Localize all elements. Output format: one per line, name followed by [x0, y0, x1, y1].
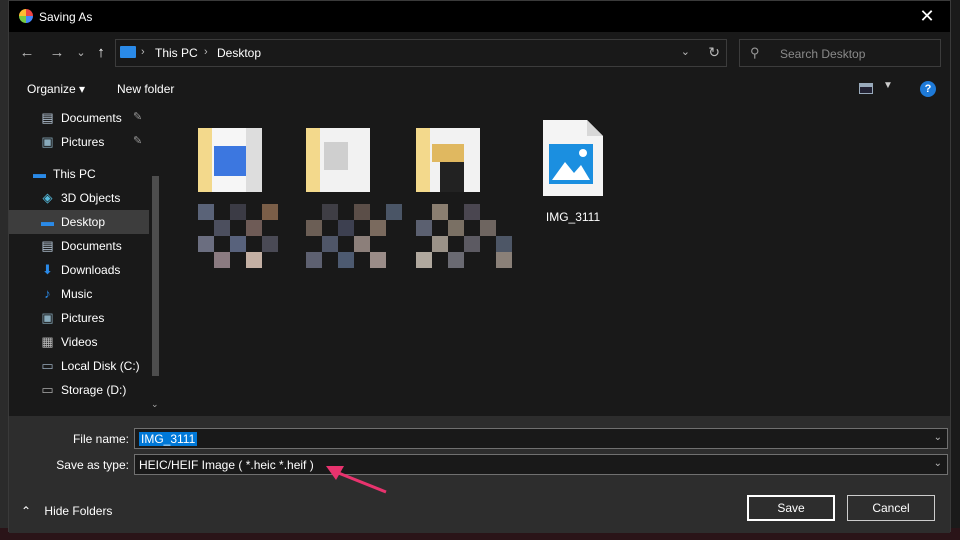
- document-icon: ▤: [41, 110, 54, 125]
- pc-icon: ▬: [33, 166, 46, 181]
- app-logo-icon: [19, 9, 33, 23]
- chevron-down-icon[interactable]: ⌄: [151, 399, 159, 410]
- search-input[interactable]: ⚲ Search Desktop: [739, 39, 941, 67]
- tree-item-label: Music: [61, 287, 93, 301]
- breadcrumb-this-pc[interactable]: This PC: [155, 46, 198, 60]
- save-type-field-label: Save as type:: [56, 458, 129, 472]
- drive-icon: ▭: [41, 382, 54, 397]
- folder-tree-scrollbar[interactable]: ⌄: [149, 106, 162, 416]
- disk-icon: ▭: [41, 358, 54, 373]
- up-button[interactable]: ↑: [91, 42, 111, 62]
- new-folder-button[interactable]: New folder: [117, 82, 174, 96]
- search-icon: ⚲: [750, 45, 760, 60]
- tree-item-pictures[interactable]: ▣ Pictures: [9, 306, 151, 330]
- document-icon: ▤: [41, 238, 54, 253]
- back-button[interactable]: ←: [17, 42, 37, 62]
- pin-icon[interactable]: ✎: [133, 134, 142, 147]
- tree-item-label: Documents: [61, 239, 122, 253]
- file-view: IMG_3111: [166, 106, 950, 416]
- view-options-icon[interactable]: [859, 83, 873, 94]
- breadcrumb-desktop[interactable]: Desktop: [217, 46, 261, 60]
- organize-button[interactable]: Organize ▾: [27, 82, 85, 96]
- chevron-down-icon[interactable]: ▼: [883, 80, 893, 91]
- address-bar[interactable]: › This PC › Desktop ⌄ ↻: [115, 39, 727, 67]
- chevron-right-icon: ›: [204, 46, 208, 58]
- tree-item-documents-pinned[interactable]: ▤ Documents ✎: [9, 106, 151, 130]
- help-icon[interactable]: ?: [920, 81, 936, 97]
- blurred-thumbnail[interactable]: [198, 128, 294, 274]
- tree-item-label: This PC: [53, 167, 96, 181]
- pictures-icon: ▣: [41, 134, 54, 149]
- tree-item-label: Pictures: [61, 311, 105, 325]
- save-button[interactable]: Save: [747, 495, 835, 521]
- save-dialog: Saving As ✕ ← → ⌄ ↑ › This PC › Desktop …: [8, 0, 951, 533]
- refresh-icon[interactable]: ↻: [708, 44, 720, 61]
- tree-item-downloads[interactable]: ⬇ Downloads: [9, 258, 151, 282]
- file-name-field-label: File name:: [72, 432, 129, 446]
- hide-folders-label: Hide Folders: [44, 504, 113, 518]
- tree-item-label: Desktop: [61, 215, 106, 229]
- image-file-icon[interactable]: [541, 118, 605, 198]
- save-type-value: HEIC/HEIF Image ( *.heic *.heif ): [139, 458, 314, 472]
- save-type-select[interactable]: HEIC/HEIF Image ( *.heic *.heif ) ⌄: [134, 454, 948, 475]
- tree-item-label: 3D Objects: [61, 191, 121, 205]
- tree-item-pictures-pinned[interactable]: ▣ Pictures ✎: [9, 130, 151, 154]
- folder-tree: ▤ Documents ✎ ▣ Pictures ✎ ▬ This PC ◈ 3…: [9, 106, 164, 416]
- scroll-thumb[interactable]: [152, 176, 159, 376]
- chevron-up-icon: ⌃: [21, 504, 32, 518]
- chevron-down-icon[interactable]: ⌄: [681, 45, 690, 58]
- music-icon: ♪: [44, 286, 51, 301]
- chevron-down-icon[interactable]: ⌄: [934, 458, 942, 469]
- tree-item-label: Local Disk (C:): [61, 359, 140, 373]
- title-bar: Saving As ✕: [9, 1, 950, 32]
- tree-item-label: Videos: [61, 335, 98, 349]
- file-name-field[interactable]: IMG_3111 ⌄: [134, 428, 948, 449]
- tree-item-music[interactable]: ♪ Music: [9, 282, 151, 306]
- file-name-label[interactable]: IMG_3111: [534, 210, 612, 224]
- 3d-objects-icon: ◈: [42, 190, 53, 205]
- desktop-icon: ▬: [41, 214, 54, 229]
- hide-folders-button[interactable]: ⌃ Hide Folders: [21, 504, 112, 518]
- tree-item-label: Downloads: [61, 263, 121, 277]
- recent-locations-button[interactable]: ⌄: [71, 42, 91, 62]
- tree-item-this-pc[interactable]: ▬ This PC: [9, 162, 151, 186]
- navigation-bar: ← → ⌄ ↑ › This PC › Desktop ⌄ ↻ ⚲ Search…: [9, 32, 950, 72]
- tree-item-storage-d[interactable]: ▭ Storage (D:): [9, 378, 151, 402]
- annotation-arrow-icon: [326, 466, 387, 494]
- cancel-button[interactable]: Cancel: [847, 495, 935, 521]
- tree-item-3d-objects[interactable]: ◈ 3D Objects: [9, 186, 151, 210]
- tree-item-documents[interactable]: ▤ Documents: [9, 234, 151, 258]
- download-icon: ⬇: [42, 262, 53, 277]
- close-button[interactable]: ✕: [904, 1, 950, 32]
- file-name-value[interactable]: IMG_3111: [139, 432, 198, 446]
- tree-item-label: Documents: [61, 111, 122, 125]
- forward-button[interactable]: →: [47, 42, 67, 62]
- save-options-panel: File name: IMG_3111 ⌄ Save as type: HEIC…: [9, 416, 950, 533]
- tree-item-label: Pictures: [61, 135, 105, 149]
- tree-item-videos[interactable]: ▦ Videos: [9, 330, 151, 354]
- blurred-thumbnail[interactable]: [306, 128, 402, 274]
- pictures-icon: ▣: [41, 310, 54, 325]
- tree-item-label: Storage (D:): [61, 383, 127, 397]
- video-icon: ▦: [41, 334, 54, 349]
- command-toolbar: Organize ▾ New folder ▼ ?: [9, 72, 950, 106]
- chevron-down-icon[interactable]: ⌄: [934, 432, 942, 443]
- chevron-right-icon: ›: [141, 46, 145, 58]
- window-title: Saving As: [39, 10, 93, 24]
- tree-item-desktop[interactable]: ▬ Desktop: [9, 210, 151, 234]
- tree-item-local-disk-c[interactable]: ▭ Local Disk (C:): [9, 354, 151, 378]
- blurred-thumbnail[interactable]: [416, 128, 512, 274]
- pin-icon[interactable]: ✎: [133, 110, 142, 123]
- search-placeholder: Search Desktop: [780, 47, 866, 61]
- pc-icon: [120, 46, 136, 58]
